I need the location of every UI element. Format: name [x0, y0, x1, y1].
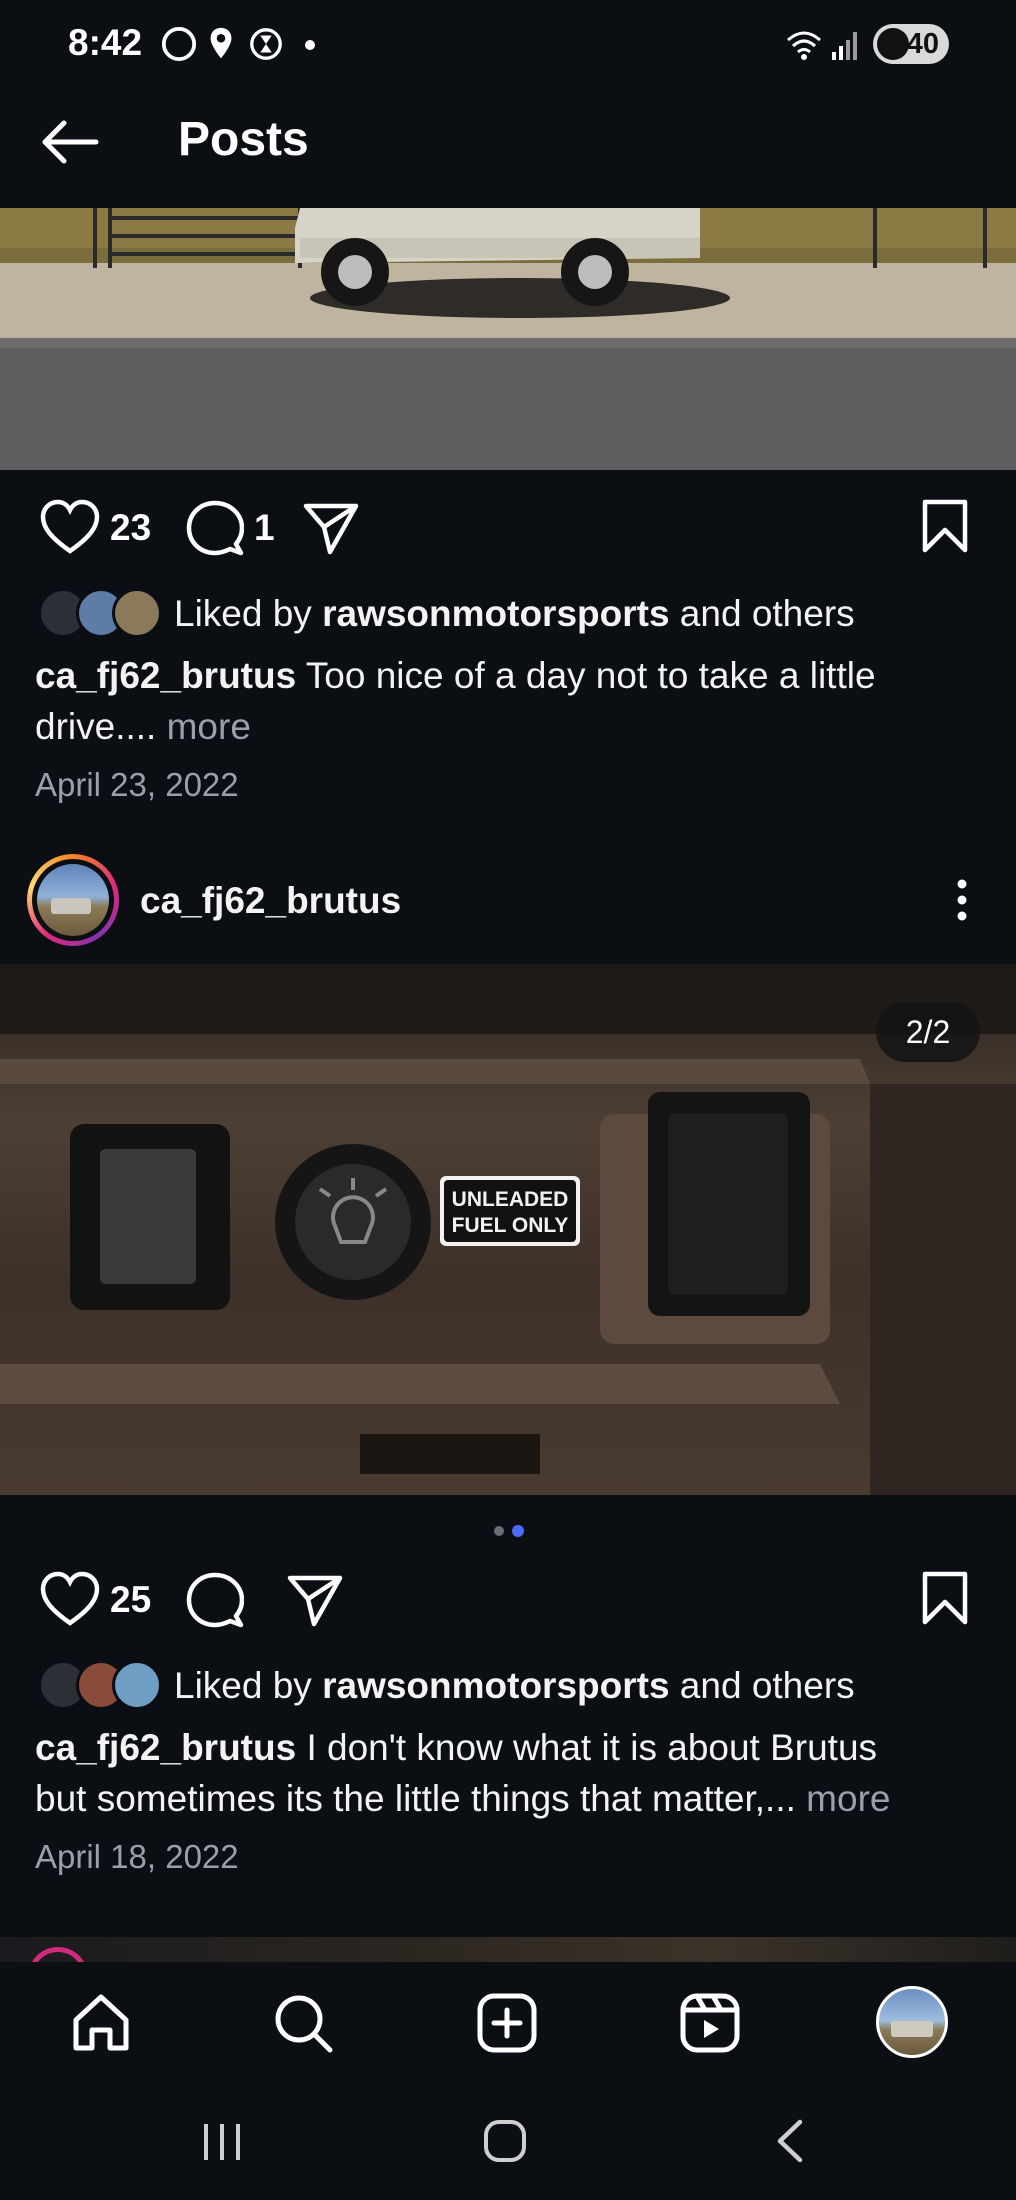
liked-by-avatars — [38, 1660, 162, 1710]
post-date: April 23, 2022 — [35, 766, 239, 803]
post-username[interactable]: ca_fj62_brutus — [140, 880, 401, 922]
battery-level: 40 — [906, 27, 939, 60]
clock: 8:42 — [68, 22, 143, 63]
post-image[interactable]: UNLEADED FUEL ONLY 2/2 — [0, 964, 1016, 1495]
story-ring[interactable] — [27, 854, 119, 946]
battery-icon: 40 — [873, 24, 949, 64]
like-heart-icon[interactable] — [40, 1571, 100, 1627]
avatar — [112, 588, 162, 638]
bookmark-icon[interactable] — [920, 1570, 970, 1626]
bottom-nav — [0, 1962, 1016, 2082]
more-options-icon[interactable] — [950, 876, 974, 924]
image-counter: 2/2 — [876, 1002, 980, 1062]
home-icon[interactable] — [70, 1992, 132, 2054]
like-count[interactable]: 25 — [110, 1579, 151, 1621]
comment-icon[interactable] — [186, 500, 244, 556]
avatar — [37, 864, 109, 936]
search-icon[interactable] — [272, 1992, 334, 2054]
profile-avatar[interactable] — [876, 1986, 948, 2058]
comment-count[interactable]: 1 — [254, 507, 275, 549]
post-date: April 18, 2022 — [35, 1838, 239, 1875]
liked-by-prefix: Liked by — [174, 593, 323, 634]
status-bar: 8:42 40 — [0, 0, 1016, 90]
hourglass-icon — [250, 28, 282, 60]
signal-icon — [832, 32, 857, 60]
page-title: Posts — [178, 113, 309, 166]
caption-username[interactable]: ca_fj62_brutus — [35, 1727, 296, 1768]
more-link[interactable]: more — [796, 1778, 890, 1819]
liked-by-suffix: and others — [669, 1665, 855, 1706]
post-image[interactable] — [0, 208, 1016, 470]
image-label-line1: UNLEADED — [452, 1188, 569, 1211]
image-label-line2: FUEL ONLY — [452, 1214, 569, 1237]
caption: ca_fj62_brutus Too nice of a day not to … — [35, 655, 876, 697]
liked-by-user[interactable]: rawsonmotorsports — [322, 593, 669, 634]
reels-icon[interactable] — [679, 1992, 741, 2054]
more-link[interactable]: more — [156, 706, 251, 747]
caption-text: drive.... — [35, 706, 157, 747]
carousel-dot-active — [512, 1525, 524, 1537]
moon-icon — [161, 26, 197, 62]
carousel-dot — [494, 1526, 504, 1536]
recents-icon[interactable] — [200, 2120, 244, 2164]
avatar — [112, 1660, 162, 1710]
share-icon[interactable] — [302, 502, 360, 556]
home-button-icon[interactable] — [482, 2118, 528, 2164]
caption-line-2: but sometimes its the little things that… — [35, 1778, 890, 1820]
back-icon[interactable] — [772, 2118, 808, 2164]
caption-username[interactable]: ca_fj62_brutus — [35, 655, 296, 696]
truck-photo — [0, 208, 1016, 470]
caption-line-2: drive.... more — [35, 706, 251, 748]
liked-by-text[interactable]: Liked by rawsonmotorsports and others — [174, 1665, 855, 1707]
create-icon[interactable] — [476, 1992, 538, 2054]
liked-by-user[interactable]: rawsonmotorsports — [322, 1665, 669, 1706]
liked-by-text[interactable]: Liked by rawsonmotorsports and others — [174, 593, 855, 635]
dot-icon — [305, 40, 315, 50]
bookmark-icon[interactable] — [920, 498, 970, 554]
wifi-icon — [787, 31, 821, 60]
top-bar: Posts — [0, 90, 1016, 208]
comment-icon[interactable] — [186, 1572, 244, 1628]
next-post-peek — [0, 1937, 1016, 1977]
caption-text: I don't know what it is about Brutus — [296, 1727, 878, 1768]
liked-by-prefix: Liked by — [174, 1665, 323, 1706]
liked-by-suffix: and others — [669, 593, 855, 634]
liked-by-avatars — [38, 588, 162, 638]
caption-text: Too nice of a day not to take a little — [296, 655, 876, 696]
system-navigation — [0, 2082, 1016, 2200]
like-count[interactable]: 23 — [110, 507, 151, 549]
like-heart-icon[interactable] — [40, 499, 100, 555]
caption: ca_fj62_brutus I don't know what it is a… — [35, 1727, 877, 1769]
back-arrow-icon[interactable] — [40, 118, 100, 166]
dashboard-photo: UNLEADED FUEL ONLY — [0, 964, 1016, 1495]
location-icon — [210, 27, 232, 59]
share-icon[interactable] — [286, 1574, 344, 1628]
caption-text: but sometimes its the little things that… — [35, 1778, 796, 1819]
